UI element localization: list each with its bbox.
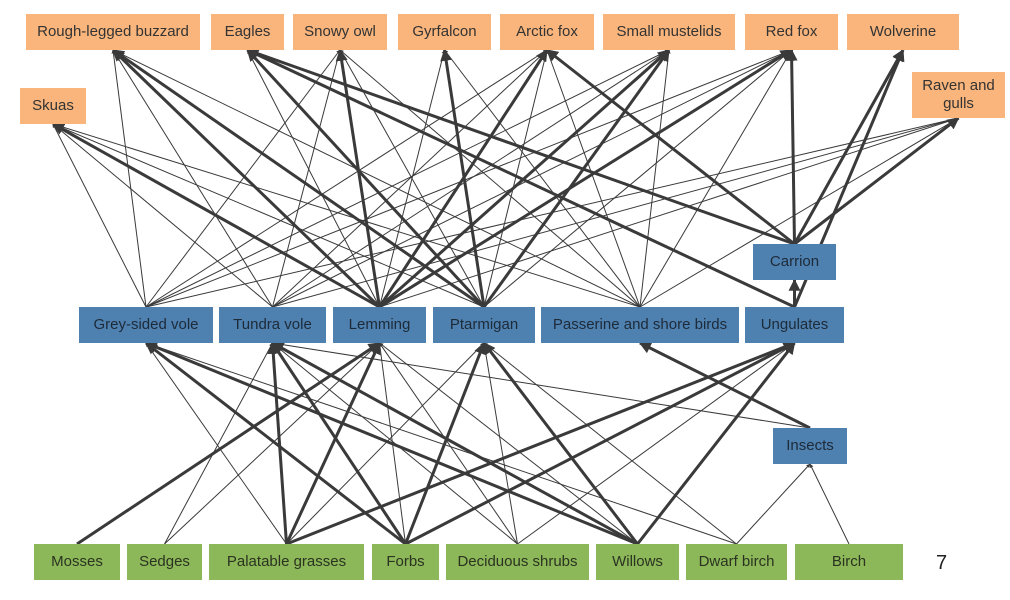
- edge-tuv-to-sku: [52, 123, 273, 308]
- edge-gsv-to-mus: [145, 49, 670, 308]
- node-tundra-vole: Tundra vole: [219, 307, 326, 343]
- node-ptarmigan: Ptarmigan: [433, 307, 535, 343]
- node-carrion: Carrion: [753, 244, 836, 280]
- edge-lem-to-rfx: [378, 48, 793, 309]
- node-birch: Birch: [795, 544, 903, 580]
- page-number: 7: [936, 552, 948, 574]
- node-insects: Insects: [773, 428, 847, 464]
- node-raven-and-gulls: Raven and gulls: [912, 72, 1005, 118]
- edge-ins-to-tuv: [272, 341, 811, 429]
- node-lemming: Lemming: [333, 307, 426, 343]
- node-ungulates: Ungulates: [745, 307, 844, 343]
- node-skuas: Skuas: [20, 88, 86, 124]
- node-gyrfalcon: Gyrfalcon: [398, 14, 491, 50]
- node-dwarf-birch: Dwarf birch: [686, 544, 787, 580]
- node-snowy-owl: Snowy owl: [293, 14, 387, 50]
- edge-sed-to-lem: [164, 342, 380, 545]
- edge-wil-to-gsv: [144, 341, 639, 546]
- node-passerine-and-shore-birds: Passerine and shore birds: [541, 307, 739, 343]
- edge-pta-to-rlb: [112, 48, 485, 309]
- node-red-fox: Red fox: [745, 14, 838, 50]
- edge-pta-to-mus: [482, 49, 671, 308]
- node-small-mustelids: Small mustelids: [603, 14, 735, 50]
- edge-frb-to-pta: [404, 341, 486, 545]
- node-grey-sided-vole: Grey-sided vole: [79, 307, 213, 343]
- edge-car-to-rfx: [785, 48, 798, 245]
- edge-dsh-to-lem: [379, 342, 518, 545]
- edge-dbi-to-ins: [736, 463, 811, 545]
- edge-pta-to-rfx: [483, 49, 792, 308]
- node-wolverine: Wolverine: [847, 14, 959, 50]
- node-arctic-fox: Arctic fox: [500, 14, 594, 50]
- edge-dbi-to-gsv: [145, 342, 737, 545]
- edge-car-to-wol: [793, 48, 905, 245]
- edge-dsh-to-pta: [482, 342, 518, 545]
- node-rough-legged-buzzard: Rough-legged buzzard: [26, 14, 200, 50]
- edge-pgr-to-ung: [285, 341, 796, 546]
- node-willows: Willows: [596, 544, 679, 580]
- edge-bir-to-ins: [809, 463, 850, 545]
- edge-car-to-eag: [246, 47, 796, 246]
- edge-pas-to-mus: [639, 49, 671, 308]
- node-eagles: Eagles: [211, 14, 284, 50]
- node-palatable-grasses: Palatable grasses: [209, 544, 364, 580]
- node-forbs: Forbs: [372, 544, 439, 580]
- node-sedges: Sedges: [127, 544, 202, 580]
- node-deciduous-shrubs: Deciduous shrubs: [446, 544, 589, 580]
- node-mosses: Mosses: [34, 544, 120, 580]
- food-web-edges: [51, 47, 960, 546]
- edge-pas-to-sku: [52, 123, 641, 308]
